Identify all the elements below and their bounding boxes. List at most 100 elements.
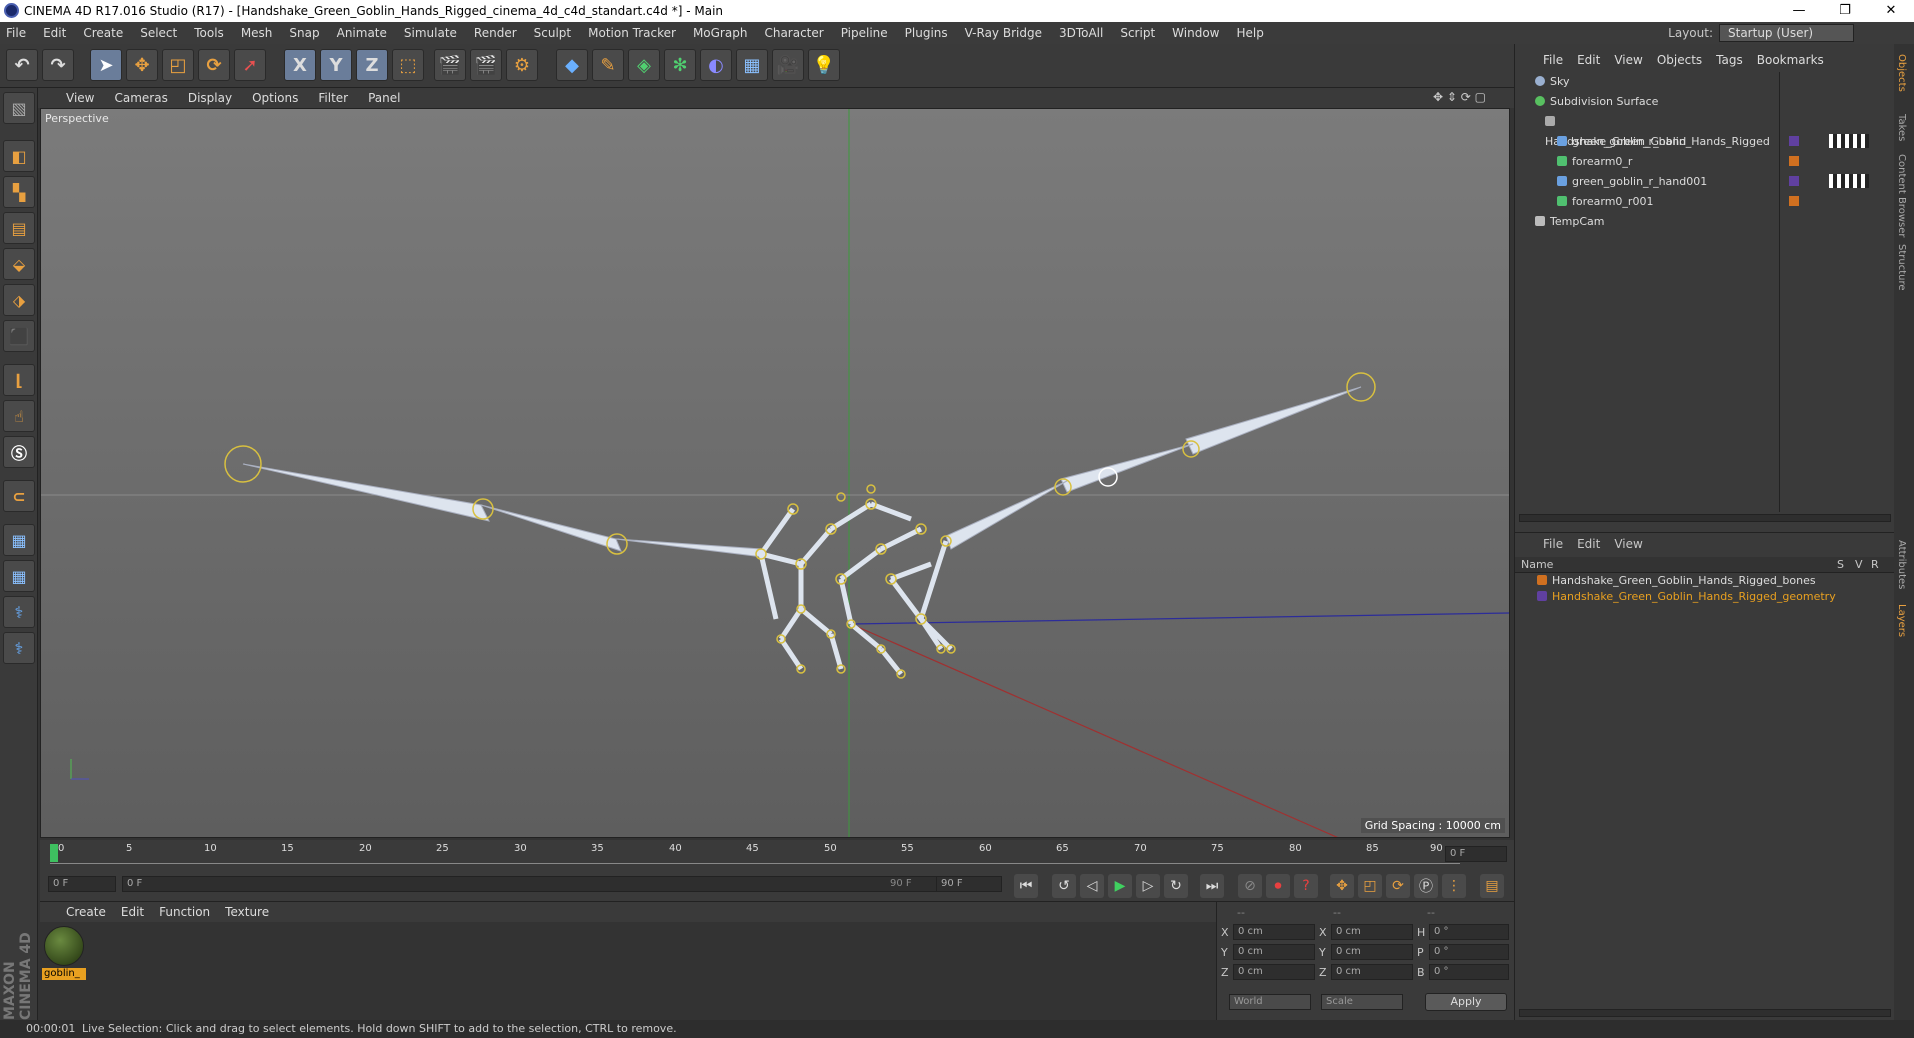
apply-button[interactable]: Apply [1425, 993, 1507, 1011]
python-icon[interactable]: ⚕ [3, 596, 35, 628]
undo-icon[interactable]: ↶ [6, 49, 38, 81]
layer-menu-file[interactable]: File [1543, 537, 1563, 551]
menu-3dtoall[interactable]: 3DToAll [1059, 26, 1103, 40]
object-row-handshake-null[interactable]: Handshake_Green_Goblin_Hands_Rigged [1515, 112, 1779, 148]
object-row-sky[interactable]: Sky [1515, 72, 1779, 92]
tweak-mode-icon[interactable]: ☝ [3, 400, 35, 432]
go-to-end-icon[interactable]: ⏭ [1200, 874, 1224, 898]
render-picture-viewer-icon[interactable]: 🎬 [470, 49, 502, 81]
key-position-icon[interactable]: ✥ [1330, 874, 1354, 898]
menu-animate[interactable]: Animate [337, 26, 387, 40]
obj-menu-bookmarks[interactable]: Bookmarks [1757, 53, 1824, 67]
render-settings-icon[interactable]: ⚙ [506, 49, 538, 81]
axis-mode-icon[interactable]: ⌊ [3, 364, 35, 396]
light-icon[interactable]: 💡 [808, 49, 840, 81]
solo-mode-icon[interactable]: Ⓢ [3, 436, 35, 468]
material-menu-edit[interactable]: Edit [121, 905, 144, 919]
floor-icon[interactable]: ▦ [736, 49, 768, 81]
layer-row-bones[interactable]: Handshake_Green_Goblin_Hands_Rigged_bone… [1515, 573, 1895, 589]
size-mode-dropdown[interactable]: Scale [1321, 994, 1403, 1010]
key-pla-icon[interactable]: ⋮ [1442, 874, 1466, 898]
coordinate-system-icon[interactable]: ⬚ [392, 49, 424, 81]
perspective-viewport[interactable]: Perspective Grid Spacing: 10000 cm [40, 108, 1510, 838]
menu-motion-tracker[interactable]: Motion Tracker [588, 26, 676, 40]
menu-plugins[interactable]: Plugins [905, 26, 948, 40]
menu-help[interactable]: Help [1236, 26, 1263, 40]
menu-file[interactable]: File [6, 26, 26, 40]
move-icon[interactable]: ✥ [126, 49, 158, 81]
material-swatch[interactable] [44, 926, 84, 966]
record-disabled-icon[interactable]: ⊘ [1238, 874, 1262, 898]
menu-create[interactable]: Create [83, 26, 123, 40]
menu-pipeline[interactable]: Pipeline [841, 26, 888, 40]
layer-color-tag[interactable] [1789, 196, 1799, 206]
viewport-menu-display[interactable]: Display [188, 91, 232, 105]
layer-color-tag[interactable] [1789, 176, 1799, 186]
max-time-field[interactable]: 90 F [936, 876, 1002, 892]
size-y-field[interactable]: 0 cm [1331, 944, 1413, 960]
previous-frame-icon[interactable]: ◁ [1080, 874, 1104, 898]
menu-tools[interactable]: Tools [194, 26, 224, 40]
side-tab-attributes[interactable]: Attributes [1896, 540, 1907, 589]
deformer-icon[interactable]: ◐ [700, 49, 732, 81]
rotation-p-field[interactable]: 0 ° [1429, 944, 1509, 960]
z-axis-lock-button[interactable]: Z [356, 49, 388, 81]
obj-menu-file[interactable]: File [1543, 53, 1563, 67]
menu-render[interactable]: Render [474, 26, 517, 40]
key-rotation-icon[interactable]: ⟳ [1386, 874, 1410, 898]
live-selection-icon[interactable]: ➤ [90, 49, 122, 81]
object-row-goblin-hand[interactable]: green_goblin_r_hand [1515, 132, 1779, 152]
key-scale-icon[interactable]: ◰ [1358, 874, 1382, 898]
material-menu-texture[interactable]: Texture [225, 905, 269, 919]
viewport-menu-view[interactable]: View [66, 91, 94, 105]
side-tab-layers[interactable]: Layers [1896, 604, 1907, 637]
object-horizontal-scrollbar[interactable] [1519, 514, 1891, 522]
maximize-button[interactable]: ❐ [1822, 0, 1868, 22]
play-icon[interactable]: ▶ [1108, 874, 1132, 898]
object-row-goblin-hand001[interactable]: green_goblin_r_hand001 [1515, 172, 1779, 192]
texture-tags-icon[interactable] [1829, 174, 1869, 188]
position-z-field[interactable]: 0 cm [1233, 964, 1315, 980]
model-mode-icon[interactable]: ◧ [3, 140, 35, 172]
material-menu-function[interactable]: Function [159, 905, 210, 919]
side-tab-takes[interactable]: Takes [1896, 114, 1907, 141]
record-active-objects-icon[interactable]: ⏺ [1266, 874, 1290, 898]
rotation-b-field[interactable]: 0 ° [1429, 964, 1509, 980]
workplane-lock-icon[interactable]: ▦ [3, 524, 35, 556]
close-button[interactable]: ✕ [1868, 0, 1914, 22]
menu-mograph[interactable]: MoGraph [693, 26, 748, 40]
workplane-mode-icon[interactable]: ▤ [3, 212, 35, 244]
go-to-start-icon[interactable]: ⏮ [1014, 874, 1038, 898]
edges-mode-icon[interactable]: ⬗ [3, 284, 35, 316]
layer-horizontal-scrollbar[interactable] [1519, 1009, 1891, 1017]
menu-snap[interactable]: Snap [289, 26, 319, 40]
current-frame-field[interactable]: 0 F [1445, 846, 1507, 862]
polygons-mode-icon[interactable]: ⬛ [3, 320, 35, 352]
minimize-button[interactable]: — [1776, 0, 1822, 22]
layer-menu-view[interactable]: View [1614, 537, 1642, 551]
object-row-forearm[interactable]: forearm0_r [1515, 152, 1779, 172]
subdivision-surface-icon[interactable]: ◈ [628, 49, 660, 81]
layer-color-tag[interactable] [1789, 156, 1799, 166]
texture-tags-icon[interactable] [1829, 134, 1869, 148]
x-axis-lock-button[interactable]: X [284, 49, 316, 81]
texture-mode-icon[interactable]: ▚ [3, 176, 35, 208]
size-x-field[interactable]: 0 cm [1331, 924, 1413, 940]
menu-simulate[interactable]: Simulate [404, 26, 457, 40]
size-z-field[interactable]: 0 cm [1331, 964, 1413, 980]
material-menu-create[interactable]: Create [66, 905, 106, 919]
layer-color-tag[interactable] [1789, 136, 1799, 146]
position-y-field[interactable]: 0 cm [1233, 944, 1315, 960]
menu-script[interactable]: Script [1120, 26, 1155, 40]
camera-icon[interactable]: 🎥 [772, 49, 804, 81]
obj-menu-edit[interactable]: Edit [1577, 53, 1600, 67]
current-frame-marker[interactable] [50, 844, 58, 862]
next-frame-icon[interactable]: ▷ [1136, 874, 1160, 898]
obj-menu-view[interactable]: View [1614, 53, 1642, 67]
menu-mesh[interactable]: Mesh [241, 26, 273, 40]
layer-row-geometry[interactable]: Handshake_Green_Goblin_Hands_Rigged_geom… [1515, 589, 1895, 605]
rotation-h-field[interactable]: 0 ° [1429, 924, 1509, 940]
timeline-ruler[interactable]: 0 5 10 15 20 25 30 35 40 45 50 55 60 65 … [40, 840, 1514, 868]
position-x-field[interactable]: 0 cm [1233, 924, 1315, 940]
object-row-tempcam[interactable]: TempCam [1515, 212, 1779, 232]
